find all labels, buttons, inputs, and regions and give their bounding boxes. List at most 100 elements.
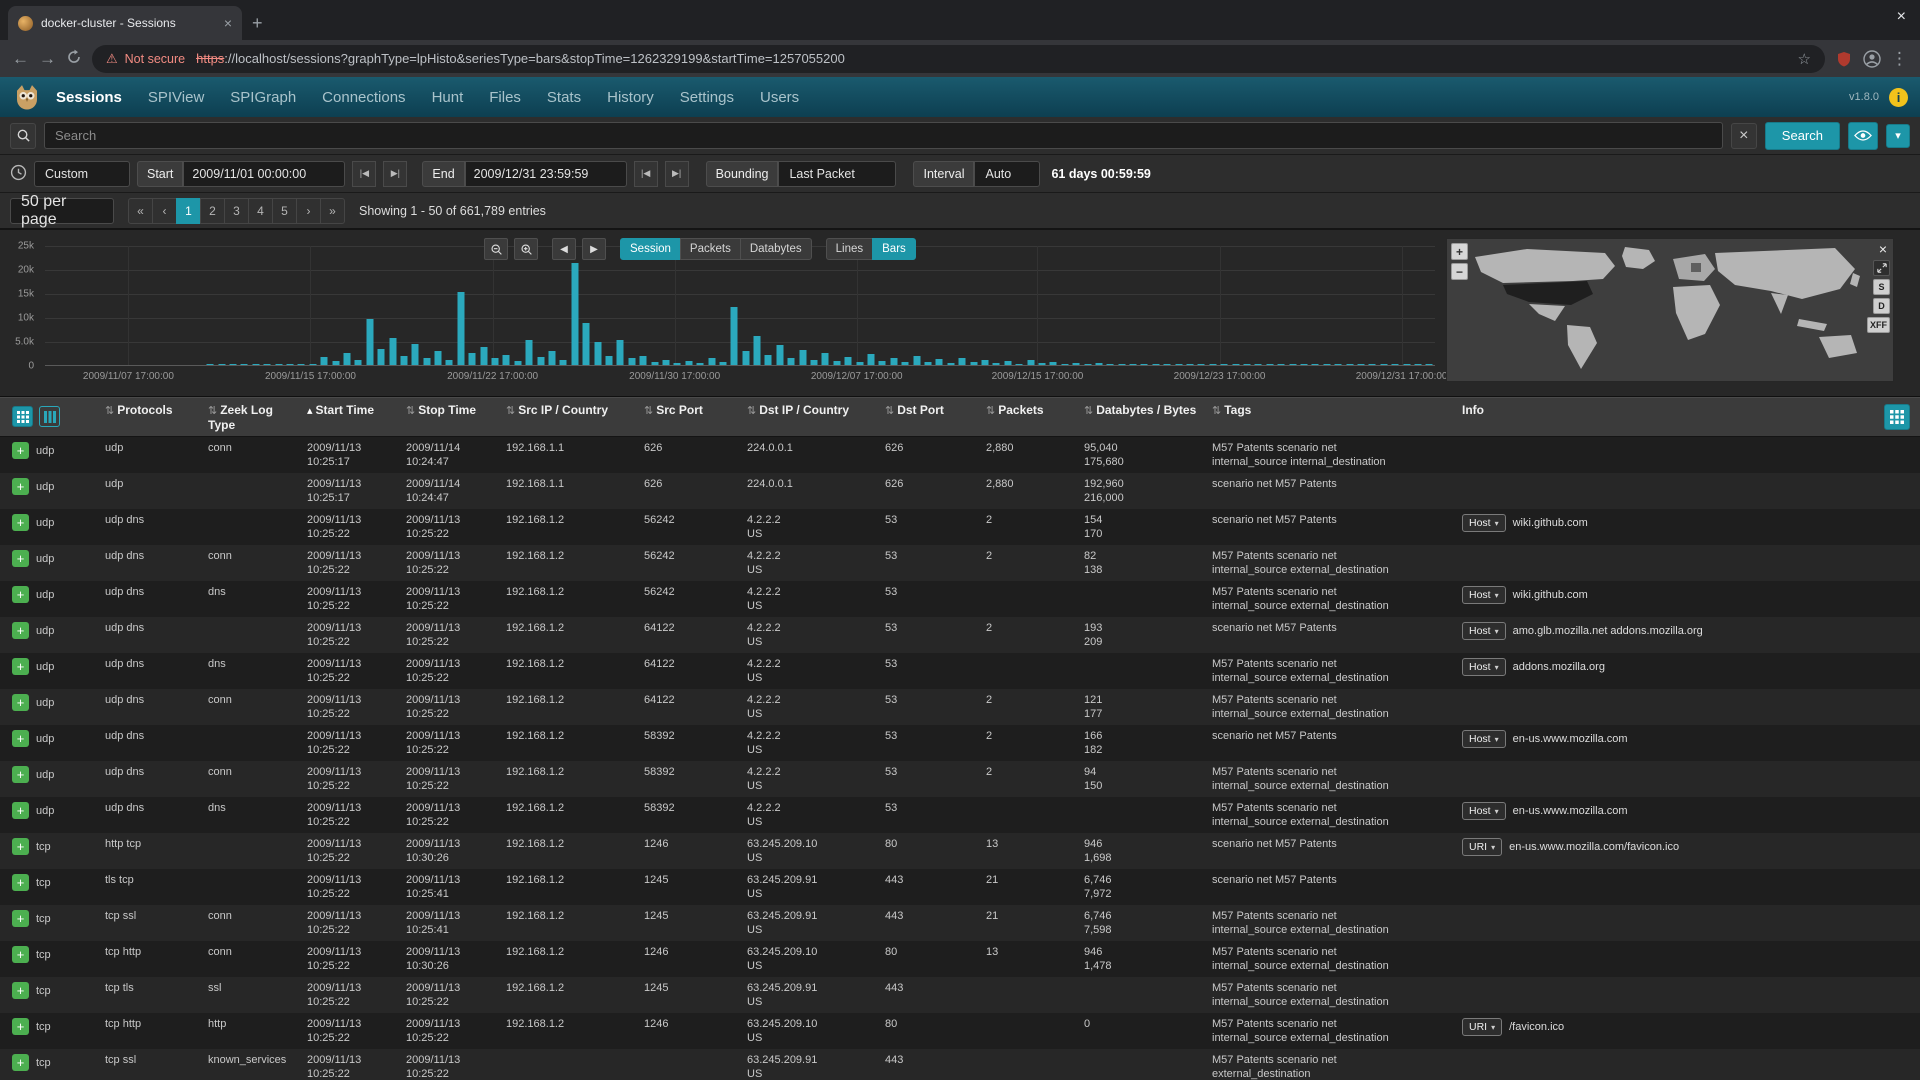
expand-session-button[interactable]: +	[12, 766, 29, 783]
new-tab-button[interactable]: +	[252, 13, 263, 34]
info-field-button[interactable]: URI▾	[1462, 838, 1502, 856]
expand-session-button[interactable]: +	[12, 694, 29, 711]
pagination-last[interactable]: »	[320, 198, 345, 224]
session-row[interactable]: + udp udp dns conn 2009/11/13 10:25:22 2…	[0, 761, 1920, 797]
nav-item-stats[interactable]: Stats	[547, 89, 581, 106]
security-label[interactable]: Not secure	[125, 52, 185, 66]
nav-item-users[interactable]: Users	[760, 89, 799, 106]
column-header-src-port[interactable]: ⇅Src Port	[638, 398, 741, 423]
map-close-icon[interactable]: ×	[1876, 241, 1890, 257]
pagination-prev[interactable]: ‹	[152, 198, 177, 224]
nav-item-spiview[interactable]: SPIView	[148, 89, 204, 106]
column-header-dst-ip-country[interactable]: ⇅Dst IP / Country	[741, 398, 879, 423]
expand-session-button[interactable]: +	[12, 838, 29, 855]
session-row[interactable]: + udp udp dns dns 2009/11/13 10:25:22 20…	[0, 581, 1920, 617]
nav-item-connections[interactable]: Connections	[322, 89, 405, 106]
pan-right-button[interactable]: ▶	[582, 238, 606, 260]
expand-session-button[interactable]: +	[12, 1054, 29, 1071]
world-map-panel[interactable]: + − × S D XFF	[1446, 238, 1894, 382]
graph-toggle-databytes[interactable]: Databytes	[740, 238, 812, 260]
window-close-button[interactable]: ×	[1897, 8, 1906, 26]
interval-select[interactable]: Auto	[974, 161, 1040, 187]
pagination-page-4[interactable]: 4	[248, 198, 273, 224]
session-row[interactable]: + udp udp dns dns 2009/11/13 10:25:22 20…	[0, 653, 1920, 689]
info-value[interactable]: wiki.github.com	[1513, 514, 1588, 530]
info-value[interactable]: wiki.github.com	[1513, 586, 1588, 602]
toggle-fields-button[interactable]	[12, 406, 33, 427]
session-row[interactable]: + udp udp dns 2009/11/13 10:25:22 2009/1…	[0, 617, 1920, 653]
clear-search-button[interactable]: ×	[1731, 123, 1757, 149]
end-step-back-button[interactable]: |◀	[634, 161, 658, 187]
expand-session-button[interactable]: +	[12, 946, 29, 963]
graph-toggle-packets[interactable]: Packets	[680, 238, 741, 260]
bookmark-star-icon[interactable]: ☆	[1798, 50, 1811, 68]
profile-avatar-icon[interactable]	[1863, 50, 1881, 68]
map-zoom-out-button[interactable]: −	[1451, 263, 1468, 280]
time-range-select[interactable]: Custom	[34, 161, 130, 187]
start-time-input[interactable]	[183, 161, 345, 187]
session-row[interactable]: + tcp http tcp 2009/11/13 10:25:22 2009/…	[0, 833, 1920, 869]
pagination-first[interactable]: «	[128, 198, 153, 224]
info-field-button[interactable]: Host▾	[1462, 586, 1506, 604]
expand-session-button[interactable]: +	[12, 658, 29, 675]
map-xff-button[interactable]: XFF	[1867, 317, 1890, 333]
nav-item-hunt[interactable]: Hunt	[432, 89, 464, 106]
bounding-select[interactable]: Last Packet	[778, 161, 896, 187]
tab-close-icon[interactable]: ×	[224, 15, 232, 31]
session-row[interactable]: + tcp tcp ssl conn 2009/11/13 10:25:22 2…	[0, 905, 1920, 941]
session-row[interactable]: + udp udp dns 2009/11/13 10:25:22 2009/1…	[0, 509, 1920, 545]
column-config-button[interactable]	[39, 406, 60, 427]
session-row[interactable]: + tcp tcp tls ssl 2009/11/13 10:25:22 20…	[0, 977, 1920, 1013]
search-input[interactable]	[44, 122, 1723, 149]
column-header-packets[interactable]: ⇅Packets	[980, 398, 1078, 423]
info-field-button[interactable]: Host▾	[1462, 658, 1506, 676]
expand-session-button[interactable]: +	[12, 1018, 29, 1035]
info-field-button[interactable]: Host▾	[1462, 802, 1506, 820]
info-button[interactable]: i	[1889, 88, 1908, 107]
session-row[interactable]: + tcp tcp http http 2009/11/13 10:25:22 …	[0, 1013, 1920, 1049]
nav-item-history[interactable]: History	[607, 89, 654, 106]
session-row[interactable]: + udp udp dns 2009/11/13 10:25:22 2009/1…	[0, 725, 1920, 761]
info-field-button[interactable]: Host▾	[1462, 514, 1506, 532]
expand-session-button[interactable]: +	[12, 442, 29, 459]
session-histogram[interactable]	[45, 246, 1435, 366]
map-expand-icon[interactable]	[1873, 260, 1890, 276]
column-header-src-ip-country[interactable]: ⇅Src IP / Country	[500, 398, 638, 423]
session-row[interactable]: + tcp tcp ssl known_services 2009/11/13 …	[0, 1049, 1920, 1080]
session-row[interactable]: + udp udp dns dns 2009/11/13 10:25:22 20…	[0, 797, 1920, 833]
info-value[interactable]: en-us.www.mozilla.com	[1513, 730, 1628, 746]
address-bar[interactable]: ⚠ Not secure https://localhost/sessions?…	[92, 45, 1825, 73]
session-row[interactable]: + tcp tcp http conn 2009/11/13 10:25:22 …	[0, 941, 1920, 977]
start-step-forward-button[interactable]: ▶|	[383, 161, 407, 187]
info-field-button[interactable]: Host▾	[1462, 622, 1506, 640]
info-value[interactable]: en-us.www.mozilla.com/favicon.ico	[1509, 838, 1679, 854]
pagination-page-5[interactable]: 5	[272, 198, 297, 224]
reload-icon[interactable]	[66, 49, 82, 68]
pagination-page-2[interactable]: 2	[200, 198, 225, 224]
column-header-protocols[interactable]: ⇅Protocols	[99, 398, 202, 423]
back-icon[interactable]: ←	[12, 50, 29, 67]
expand-session-button[interactable]: +	[12, 622, 29, 639]
adblock-extension-icon[interactable]	[1835, 50, 1853, 68]
map-src-button[interactable]: S	[1873, 279, 1890, 295]
expand-session-button[interactable]: +	[12, 802, 29, 819]
column-header-stop-time[interactable]: ⇅Stop Time	[400, 398, 500, 423]
expand-session-button[interactable]: +	[12, 910, 29, 927]
graph-toggle-session[interactable]: Session	[620, 238, 681, 260]
end-step-forward-button[interactable]: ▶|	[665, 161, 689, 187]
end-time-input[interactable]	[465, 161, 627, 187]
column-header-zeek-log-type[interactable]: ⇅Zeek Log Type	[202, 398, 301, 438]
table-view-grid-button[interactable]	[1884, 404, 1910, 430]
pagination-page-1[interactable]: 1	[176, 198, 201, 224]
expand-session-button[interactable]: +	[12, 874, 29, 891]
map-zoom-in-button[interactable]: +	[1451, 243, 1468, 260]
nav-item-spigraph[interactable]: SPIGraph	[230, 89, 296, 106]
session-row[interactable]: + udp udp dns conn 2009/11/13 10:25:22 2…	[0, 689, 1920, 725]
zoom-in-icon[interactable]	[514, 238, 538, 260]
session-row[interactable]: + tcp tls tcp 2009/11/13 10:25:22 2009/1…	[0, 869, 1920, 905]
expand-session-button[interactable]: +	[12, 982, 29, 999]
info-value[interactable]: amo.glb.mozilla.net addons.mozilla.org	[1513, 622, 1703, 638]
info-field-button[interactable]: URI▾	[1462, 1018, 1502, 1036]
expand-session-button[interactable]: +	[12, 550, 29, 567]
session-row[interactable]: + udp udp dns conn 2009/11/13 10:25:22 2…	[0, 545, 1920, 581]
